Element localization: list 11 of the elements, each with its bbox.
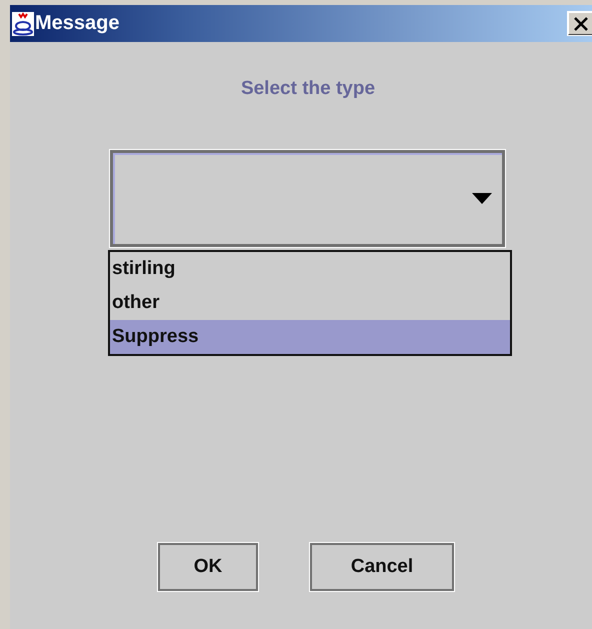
prompt-label: Select the type bbox=[240, 78, 376, 100]
cancel-button[interactable]: Cancel bbox=[310, 543, 454, 591]
app-icon bbox=[12, 12, 34, 36]
ok-button[interactable]: OK bbox=[158, 543, 258, 591]
close-icon[interactable] bbox=[568, 12, 592, 35]
caret-icon bbox=[472, 193, 492, 204]
dropdown-option[interactable]: stirling bbox=[110, 252, 510, 286]
dropdown-option[interactable]: other bbox=[110, 286, 510, 320]
window-title: Message bbox=[35, 12, 120, 35]
dropdown-option[interactable]: Suppress bbox=[110, 320, 510, 354]
type-dropdown[interactable] bbox=[110, 150, 505, 247]
